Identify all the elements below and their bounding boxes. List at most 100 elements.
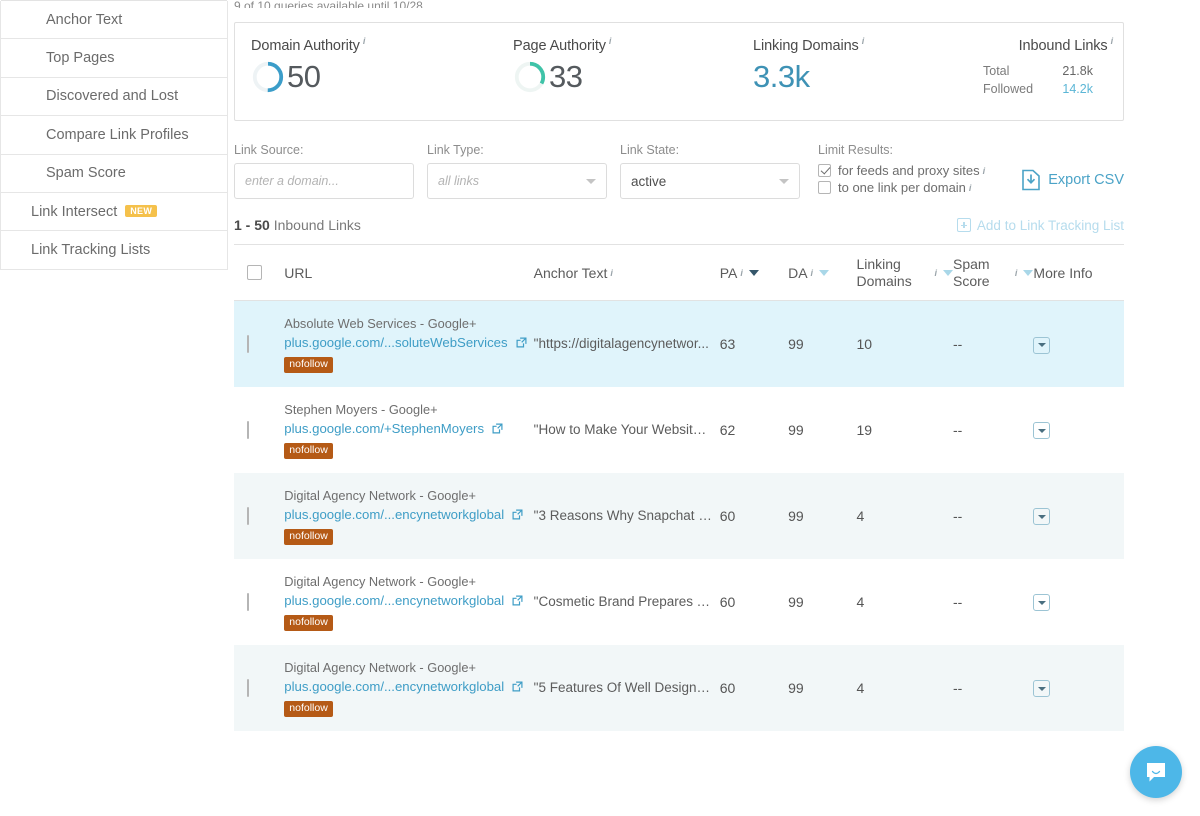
more-info-button[interactable] [1033,422,1051,440]
select-all-checkbox[interactable] [247,265,262,280]
table-row[interactable]: Stephen Moyers - Google+ plus.google.com/… [234,387,1124,473]
metric-title: Page Authority i [513,36,737,54]
cell-linking-domains: 4 [856,731,953,737]
info-icon[interactable]: i [862,36,865,46]
sort-chevron-down-icon[interactable] [748,269,759,276]
sort-chevron-down-icon[interactable] [942,269,953,276]
cell-checkbox [234,301,284,387]
sidebar-item-anchor-text[interactable]: Anchor Text [0,1,228,40]
info-icon[interactable]: i [983,166,986,176]
results-type: Inbound Links [273,217,361,233]
cell-anchor-text: "'Live It, Don't Just Browse It... [534,731,720,737]
metric-title: Inbound Links i [983,36,1114,54]
external-link-icon[interactable] [512,681,523,692]
main-content: 9 of 10 queries available until 10/28 Do… [228,0,1200,816]
limit-option-one-per-domain[interactable]: to one link per domain i [818,180,985,195]
sidebar-item-label: Top Pages [46,50,115,67]
url-link[interactable]: plus.google.com/...encynetworkglobal [284,505,504,525]
more-info-button[interactable] [1033,336,1051,354]
sidebar-item-spam-score[interactable]: Spam Score [0,154,228,193]
cell-pa: 60 [719,593,736,610]
th-more-info: More Info [1033,244,1124,301]
substat-value: 21.8k [1062,63,1093,78]
th-linking-domains[interactable]: Linking Domains i [856,244,953,301]
inbound-links-page: Anchor Text Top Pages Discovered and Lost C… [0,0,1200,816]
info-icon[interactable]: i [609,36,612,46]
metric-linking-domains: Linking Domains i 3.3k [737,36,983,94]
checkbox-feeds-proxy[interactable] [818,164,831,177]
external-link-icon[interactable] [516,337,527,348]
url-link[interactable]: plus.google.com/...encynetworkglobal [284,591,504,611]
row-select-checkbox[interactable] [247,592,249,611]
metric-title: Linking Domains i [753,36,983,54]
sort-chevron-down-icon[interactable] [1023,269,1034,276]
table-header-row: URL Anchor Text i PA i DA i Linking Doma… [234,244,1124,301]
more-info-button[interactable] [1033,508,1051,526]
export-csv-button[interactable]: Export CSV [1021,169,1124,191]
sidebar-item-link-intersect[interactable]: Link Intersect NEW [0,192,228,232]
info-icon[interactable]: i [969,183,972,193]
link-source-input[interactable]: enter a domain... [234,163,414,199]
cell-da: 99 [788,507,804,524]
substat-value[interactable]: 14.2k [1062,80,1093,98]
row-select-checkbox[interactable] [247,334,249,353]
th-spam-score-label: Spam Score [952,255,990,289]
url-link[interactable]: plus.google.com/...encynetworkglobal [284,677,504,697]
nofollow-badge: nofollow [284,700,333,717]
th-pa[interactable]: PA i [719,244,789,301]
sidebar-item-label: Discovered and Lost [46,88,179,105]
sidebar-item-label: Spam Score [46,165,126,182]
info-icon[interactable]: i [740,268,743,278]
sidebar-item-top-pages[interactable]: Top Pages [0,39,228,78]
more-info-button[interactable] [1033,594,1051,612]
info-icon[interactable]: i [934,268,937,278]
link-state-value: active [631,173,667,189]
url-title: Absolute Web Services - Google+ [284,315,477,331]
intercom-chat-button[interactable] [1130,746,1182,798]
table-row[interactable]: Digital Agency Network - Google+plus.goo… [234,472,1124,559]
more-info-button[interactable] [1033,680,1051,698]
sort-chevron-down-icon[interactable] [819,269,830,276]
cell-more-info [1033,559,1124,645]
row-select-checkbox[interactable] [247,506,249,525]
info-icon[interactable]: i [610,268,613,278]
cell-anchor-text: "Cosmetic Brand Prepares T... [534,559,720,645]
url-link[interactable]: plus.google.com/...soluteWebServices [284,333,507,353]
url-link[interactable]: plus.google.com/+StephenMoyers [284,419,484,439]
table-body: Absolute Web Services - Google+ plus.goog… [234,300,1124,737]
info-icon[interactable]: i [811,268,814,278]
sidebar-item-discovered-and-lost[interactable]: Discovered and Lost [0,77,228,117]
cell-checkbox [234,387,284,473]
th-da[interactable]: DA i [788,244,857,301]
checkbox-one-link-per-domain[interactable] [818,181,831,194]
add-to-link-tracking-list-button[interactable]: Add to Link Tracking List [956,217,1124,233]
sidebar-item-compare-link-profiles[interactable]: Compare Link Profiles [0,116,228,155]
external-link-icon[interactable] [512,595,523,606]
filter-link-type: Link Type: all links [427,143,607,199]
external-link-icon[interactable] [492,423,503,434]
info-icon[interactable]: i [363,36,366,46]
link-state-select[interactable]: active [620,163,800,199]
chat-bubble-icon [1147,763,1165,782]
th-spam-score[interactable]: Spam Score i [952,244,1034,301]
table-row[interactable]: Absolute Web Services - Google+ plus.goog… [234,300,1124,387]
anchor-text: "https://digitalagencynetwor... [533,336,709,352]
info-icon[interactable]: i [1111,36,1114,46]
filter-label: Limit Results: [818,143,894,157]
table-row[interactable]: Digital Agency Network - Google+plus.goo… [234,644,1124,731]
metric-label: Linking Domains [753,37,859,54]
table-row[interactable]: Digital Agency Network - Google+plus.goo… [234,731,1124,737]
substat-row: Followed 14.2k [983,80,1093,98]
sidebar-item-link-tracking-lists[interactable]: Link Tracking Lists [0,231,228,270]
row-select-checkbox[interactable] [247,420,249,439]
link-type-select[interactable]: all links [427,163,607,199]
export-csv-label: Export CSV [1048,172,1124,188]
metric-page-authority: Page Authority i 33 [497,36,737,94]
limit-option-feeds[interactable]: for feeds and proxy sites i [818,163,985,178]
info-icon[interactable]: i [1015,268,1018,278]
table-row[interactable]: Digital Agency Network - Google+plus.goo… [234,559,1124,645]
cell-spam-score: -- [953,731,1033,737]
external-link-icon[interactable] [512,509,523,520]
row-select-checkbox[interactable] [247,678,249,697]
add-tracking-label: Add to Link Tracking List [976,217,1124,233]
